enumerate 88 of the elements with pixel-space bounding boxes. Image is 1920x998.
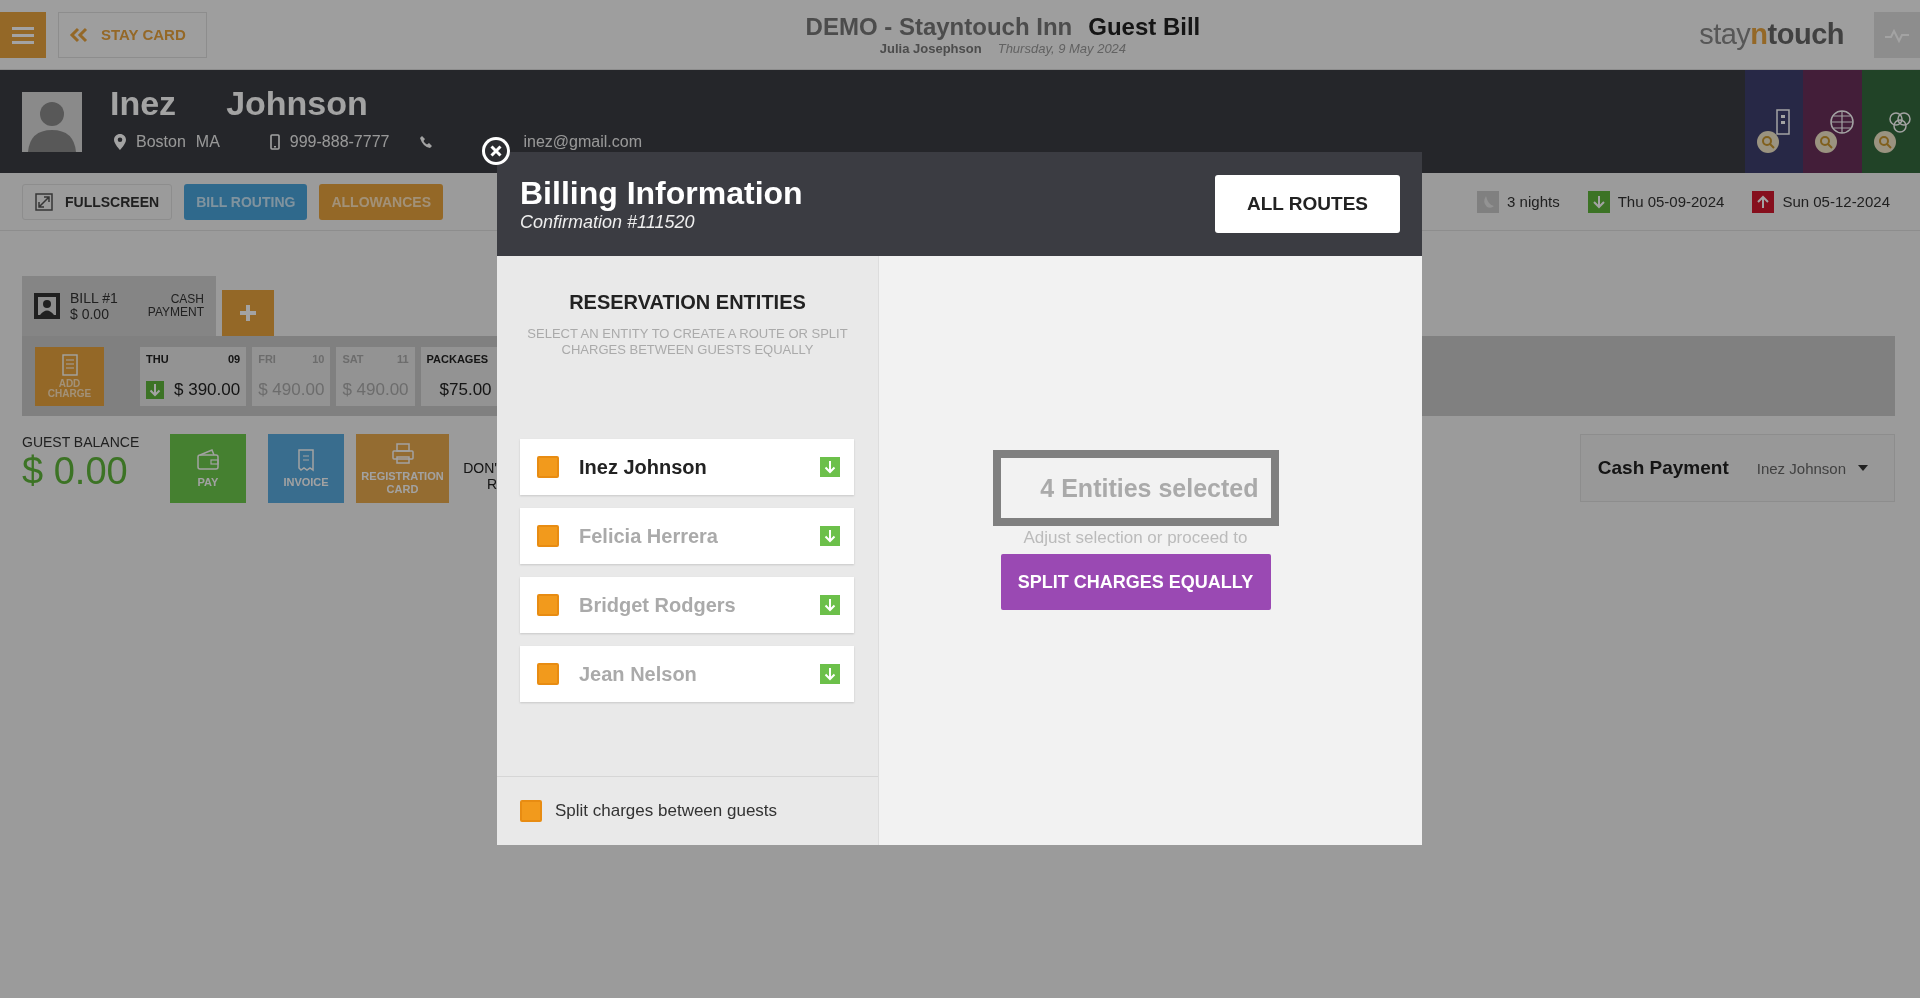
menu-button[interactable] (0, 11, 46, 58)
caret-icon (1858, 465, 1868, 471)
payment-method: Cash Payment (1597, 457, 1729, 479)
route-button[interactable] (820, 595, 840, 616)
city: Boston (136, 133, 186, 151)
route-button[interactable] (820, 526, 840, 547)
first-name: Inez (110, 84, 177, 123)
receipt-icon (61, 353, 78, 376)
payer-dropdown[interactable]: Inez Johnson (1750, 458, 1874, 478)
page-title: Guest Bill (1088, 13, 1201, 41)
entity-name: Inez Johnson (579, 455, 708, 479)
printer-icon (390, 442, 415, 467)
balance-amount: $ 0.00 (22, 450, 129, 493)
selection-count: 4 Entities selected (992, 450, 1279, 526)
fullscreen-button[interactable]: FULLSCREEN (22, 183, 173, 220)
registration-card-button[interactable]: REGISTRATION CARD (356, 434, 449, 503)
day-label: PACKAGES (426, 352, 489, 365)
bill-routing-button[interactable]: BILL ROUTING (184, 183, 308, 220)
checkbox-label: Split charges between guests (555, 801, 778, 821)
arrival-date: Thu 05-09-2024 (1617, 193, 1725, 210)
pay-button[interactable]: PAY (170, 434, 246, 503)
entity-row[interactable]: Jean Nelson (520, 646, 854, 703)
departure-date: Sun 05-12-2024 (1782, 193, 1890, 210)
search-icon (1815, 131, 1838, 153)
entity-row[interactable]: Bridget Rodgers (520, 577, 854, 634)
moon-icon (1477, 190, 1500, 213)
checkbox[interactable] (537, 525, 559, 548)
balance-label: GUEST BALANCE (22, 434, 141, 450)
confirmation-number: Confirmation #111520 (520, 212, 696, 233)
entity-name: Jean Nelson (579, 662, 698, 686)
bill-number: BILL #1 (70, 290, 118, 306)
add-charge-button[interactable]: ADD CHARGE (35, 346, 104, 406)
last-name: Johnson (226, 84, 368, 123)
plus-icon (239, 304, 257, 322)
checkbox[interactable] (537, 594, 559, 617)
phone-icon (419, 135, 434, 149)
close-icon (481, 136, 511, 166)
dialog-title: Billing Information (520, 175, 804, 212)
checkbox[interactable] (537, 663, 559, 686)
wallet-icon (196, 448, 220, 473)
avatar-icon (22, 92, 82, 152)
payment-type: CASH PAYMENT (147, 292, 204, 320)
double-chevron-icon (69, 26, 89, 43)
app-tile[interactable] (1861, 70, 1920, 173)
logo: stayntouch (1699, 18, 1844, 51)
menu-icon (12, 25, 34, 44)
section-hint: SELECT AN ENTITY TO CREATE A ROUTE OR SPLIT CHARGES BETWEEN GUESTS EQUALLY (526, 326, 849, 358)
checkbox[interactable] (537, 456, 559, 479)
all-routes-button[interactable]: ALL ROUTES (1215, 175, 1400, 233)
route-button[interactable] (820, 457, 840, 478)
day-amount: $ 390.00 (174, 379, 241, 400)
state: MA (195, 133, 220, 151)
app-tile[interactable] (1745, 70, 1804, 173)
cut-off-text: DON' (463, 460, 497, 476)
allowances-button[interactable]: ALLOWANCES (319, 183, 443, 220)
hotel-name: DEMO - Stayntouch Inn (805, 13, 1073, 41)
close-button[interactable] (480, 135, 512, 167)
entity-row[interactable]: Felicia Herrera (520, 508, 854, 565)
day-tab[interactable]: PACKAGES $75.00 (420, 346, 498, 406)
invoice-button[interactable]: INVOICE (268, 434, 344, 503)
search-icon (1873, 131, 1896, 153)
app-tile[interactable] (1803, 70, 1862, 173)
section-title: RESERVATION ENTITIES (568, 291, 807, 314)
nights-count: 3 nights (1507, 193, 1560, 210)
day-date: 09 (227, 352, 241, 365)
user-name: Julia Josephson (879, 41, 982, 56)
location-pin-icon (114, 134, 126, 150)
entity-name: Bridget Rodgers (579, 593, 737, 617)
guest-icon (34, 293, 60, 319)
email-address: inez@gmail.com (523, 133, 642, 151)
bill-tab[interactable]: BILL #1 $ 0.00 CASH PAYMENT (22, 276, 216, 336)
day-amount: $75.00 (439, 379, 492, 400)
add-bill-button[interactable] (222, 290, 274, 336)
entity-row[interactable]: Inez Johnson (520, 439, 854, 496)
stay-card-button[interactable]: STAY CARD (58, 11, 207, 58)
current-date: Thursday, 9 May 2024 (997, 41, 1127, 56)
checkbox[interactable] (520, 800, 542, 822)
phone-number: 999-888-7777 (289, 133, 390, 151)
search-icon (1757, 131, 1779, 153)
route-button[interactable] (820, 664, 840, 685)
split-charges-button[interactable]: SPLIT CHARGES EQUALLY (1000, 554, 1271, 610)
bill-amount: $ 0.00 (70, 306, 110, 322)
mobile-phone-icon (269, 134, 280, 150)
day-tab[interactable]: THU 09 $ 390.00 (140, 346, 247, 406)
day-label: THU (146, 352, 169, 365)
entity-name: Felicia Herrera (579, 524, 719, 548)
expand-icon (35, 192, 53, 211)
cut-off-text: R (486, 476, 497, 492)
